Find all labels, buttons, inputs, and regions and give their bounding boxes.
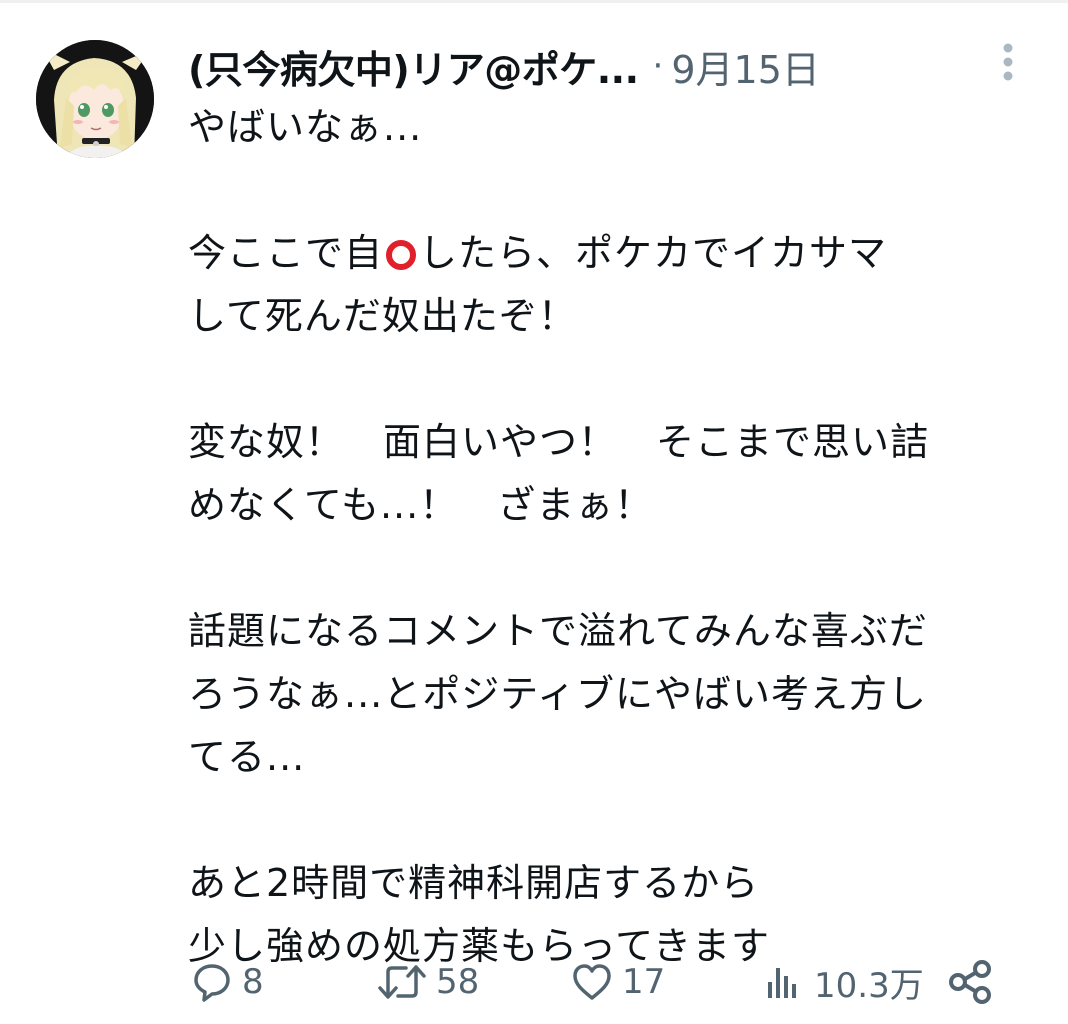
views-button[interactable]: 10.3万 (762, 952, 924, 1012)
tweet-line: ろうなぁ...とポジティブにやばい考え方し (188, 672, 927, 716)
tweet-line: やばいなぁ... (188, 105, 423, 149)
tweet-paragraph: 今ここで自 したら、ポケカでイカサマ して死んだ奴出たぞ！ (188, 222, 1048, 348)
tweet-text-segment: したら、ポケカでイカサマ (419, 231, 888, 275)
reply-button[interactable]: 8 (190, 952, 264, 1012)
heart-icon (573, 964, 611, 1000)
anime-girl-avatar-icon (36, 40, 154, 158)
tweet-line: てる... (188, 735, 306, 779)
red-circle-icon (386, 240, 417, 270)
tweet-line: 変な奴！ 面白いやつ！ そこまで思い詰 (188, 420, 930, 464)
more-options-button[interactable] (994, 40, 1022, 84)
header-separator: · (652, 46, 664, 86)
like-count: 17 (622, 962, 666, 1002)
tweet-header: (只今病欠中)リア@ポケ... · 9月15日 (188, 38, 820, 94)
views-icon (768, 968, 796, 998)
tweet-paragraph: やばいなぁ... (188, 96, 1048, 159)
retweet-button[interactable]: 58 (376, 952, 479, 1012)
tweet-text: やばいなぁ... 今ここで自 したら、ポケカでイカサマ して死んだ奴出たぞ！ 変な… (188, 96, 1048, 978)
more-vertical-icon (1003, 43, 1013, 81)
share-button[interactable] (946, 952, 996, 1012)
author-display-name[interactable]: (只今病欠中)リア@ポケ... (188, 39, 639, 94)
retweet-icon (378, 965, 426, 999)
tweet-line: めなくても...！ ざまぁ！ (188, 483, 654, 527)
like-button[interactable]: 17 (570, 952, 665, 1012)
tweet-timestamp[interactable]: 9月15日 (671, 39, 820, 94)
tweet-paragraph: 話題になるコメントで溢れてみんな喜ぶだ ろうなぁ...とポジティブにやばい考え方… (188, 600, 1048, 789)
reply-icon (194, 964, 230, 1002)
tweet-line: して死んだ奴出たぞ！ (188, 294, 577, 338)
view-count: 10.3万 (814, 965, 924, 1006)
share-icon (949, 960, 991, 1004)
tweet-paragraph: 変な奴！ 面白いやつ！ そこまで思い詰 めなくても...！ ざまぁ！ (188, 411, 1048, 537)
top-divider (0, 0, 1068, 3)
reply-count: 8 (242, 962, 264, 1002)
retweet-count: 58 (436, 962, 480, 1002)
tweet-line: 今ここで自 したら、ポケカでイカサマ (188, 222, 1048, 285)
tweet-line: あと2時間で精神科開店するから (188, 861, 760, 905)
tweet-actions-bar: 8 58 17 10.3万 (186, 952, 1006, 1012)
tweet-text-segment: 今ここで自 (188, 231, 384, 275)
avatar[interactable] (36, 40, 154, 158)
tweet-line: 話題になるコメントで溢れてみんな喜ぶだ (188, 609, 928, 653)
